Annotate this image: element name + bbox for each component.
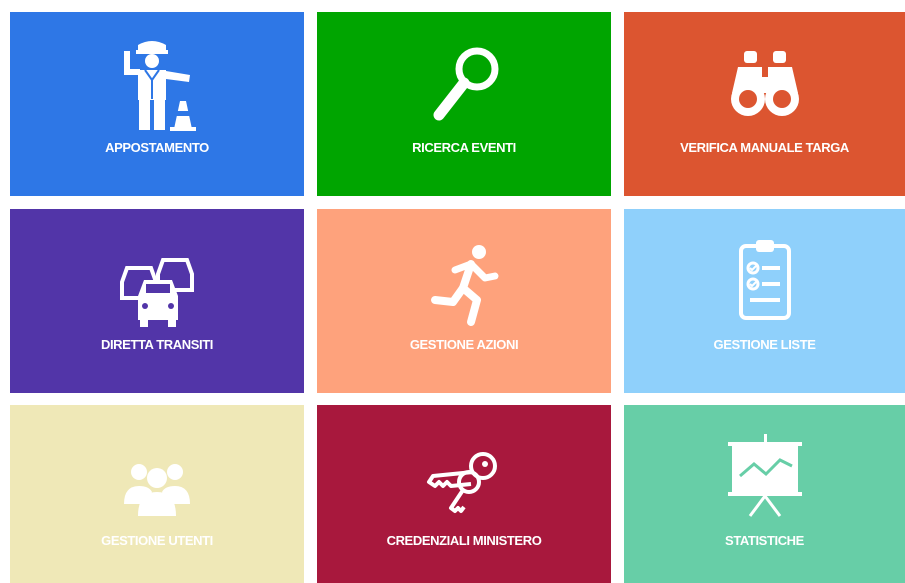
tile-label: DIRETTA TRANSITI: [100, 337, 214, 352]
tile-gestione-utenti[interactable]: GESTIONE UTENTI: [10, 405, 304, 583]
tile-statistiche[interactable]: STATISTICHE: [624, 405, 905, 583]
traffic-police-icon: [114, 37, 200, 133]
tile-verifica-manuale-targa[interactable]: VERIFICA MANUALE TARGA: [624, 12, 905, 196]
users-group-icon: [114, 430, 200, 526]
tile-credenziali-ministero[interactable]: CREDENZIALI MINISTERO: [317, 405, 611, 583]
tile-label: GESTIONE UTENTI: [101, 533, 213, 548]
tile-ricerca-eventi[interactable]: RICERCA EVENTI: [317, 12, 611, 196]
tile-gestione-azioni[interactable]: GESTIONE AZIONI: [317, 209, 611, 393]
magnifier-icon: [421, 37, 507, 133]
binoculars-icon: [722, 37, 808, 133]
dashboard-grid: APPOSTAMENTO RICERCA EVENTI VERIFICA MAN…: [0, 0, 905, 583]
tile-label: GESTIONE AZIONI: [409, 337, 519, 352]
tile-label: CREDENZIALI MINISTERO: [386, 533, 542, 548]
keys-icon: [421, 430, 507, 526]
tile-label: STATISTICHE: [725, 533, 804, 548]
tile-label: GESTIONE LISTE: [713, 337, 816, 352]
tile-label: VERIFICA MANUALE TARGA: [680, 140, 849, 155]
clipboard-checklist-icon: [722, 234, 808, 330]
presentation-chart-icon: [722, 430, 808, 526]
tile-diretta-transiti[interactable]: DIRETTA TRANSITI: [10, 209, 304, 393]
tile-label: RICERCA EVENTI: [412, 140, 516, 155]
running-man-icon: [421, 234, 507, 330]
tile-appostamento[interactable]: APPOSTAMENTO: [10, 12, 304, 196]
cars-traffic-icon: [114, 234, 200, 330]
tile-gestione-liste[interactable]: GESTIONE LISTE: [624, 209, 905, 393]
tile-label: APPOSTAMENTO: [105, 140, 209, 155]
